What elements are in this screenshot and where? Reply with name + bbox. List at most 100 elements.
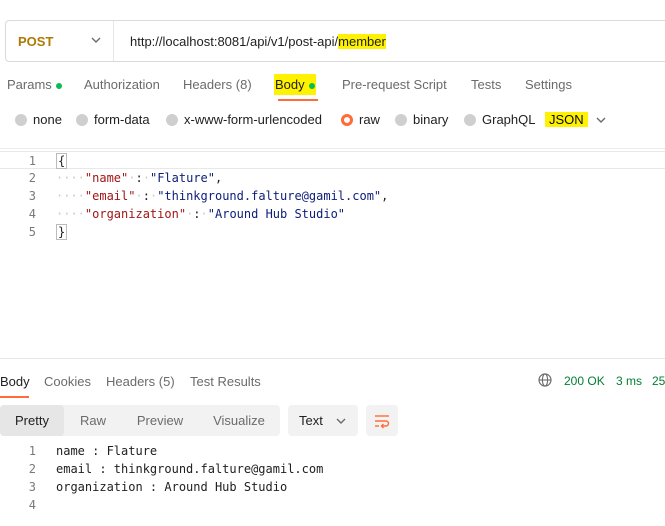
- response-time[interactable]: 3 ms: [616, 374, 642, 388]
- response-tab-headers-label: Headers: [106, 374, 156, 389]
- line-number: 2: [28, 462, 36, 476]
- tab-pre-request-label: Pre-request Script: [342, 77, 447, 92]
- line-code: ····"organization"·:·"Around Hub Studio": [56, 207, 346, 221]
- view-mode-pretty-label: Pretty: [15, 413, 49, 428]
- radio-none-label: none: [33, 112, 62, 127]
- wrap-lines-icon: [375, 415, 390, 429]
- url-input[interactable]: http://localhost:8081/api/v1/post-api/me…: [114, 33, 386, 49]
- tab-headers-count: (8): [235, 77, 252, 92]
- response-format-select[interactable]: Text: [288, 405, 358, 436]
- tab-tests-label: Tests: [471, 77, 502, 92]
- response-tab-body-label: Body: [0, 374, 30, 389]
- json-key: "email": [84, 189, 136, 203]
- body-format-select[interactable]: JSON: [545, 112, 606, 127]
- view-mode-raw-label: Raw: [79, 413, 106, 428]
- url-highlight: member: [338, 33, 386, 49]
- status-code[interactable]: 200 OK: [564, 374, 605, 388]
- radio-binary[interactable]: binary: [395, 112, 448, 127]
- params-status-dot: [55, 82, 62, 89]
- radio-circle-selected: [341, 113, 353, 126]
- line-code: }: [56, 223, 68, 241]
- wrap-lines-button[interactable]: [366, 405, 398, 436]
- response-format-label: Text: [299, 413, 323, 428]
- radio-graphql-label: GraphQL: [482, 112, 536, 127]
- json-value: "thinkground.falture@gamil.com": [157, 189, 382, 203]
- line-code: ····"email"·:·"thinkground.falture@gamil…: [56, 189, 389, 203]
- chevron-down-icon: [596, 117, 606, 123]
- body-status-dot: [308, 82, 315, 89]
- view-mode-preview[interactable]: Preview: [122, 405, 198, 436]
- editor-line: 3 ····"email"·:·"thinkground.falture@gam…: [0, 187, 665, 205]
- editor-line: 4 ····"organization"·:·"Around Hub Studi…: [0, 205, 665, 223]
- line-number: 1: [28, 444, 36, 458]
- response-tab-headers-count: (5): [158, 374, 175, 389]
- json-value: "Around Hub Studio": [207, 207, 346, 221]
- method-select[interactable]: POST: [6, 21, 114, 61]
- editor-line: 2 ····"name"·:·"Flature",: [0, 169, 665, 187]
- tab-settings[interactable]: Settings: [525, 77, 572, 92]
- view-mode-pretty[interactable]: Pretty: [0, 405, 64, 436]
- tab-settings-label: Settings: [525, 77, 572, 92]
- radio-none[interactable]: none: [15, 112, 62, 127]
- json-key: "name": [84, 171, 129, 185]
- line-number: 3: [28, 480, 36, 494]
- radio-circle: [15, 113, 27, 126]
- tab-tests[interactable]: Tests: [471, 77, 501, 92]
- chevron-down-icon: [336, 418, 346, 424]
- json-key: "organization": [84, 207, 187, 221]
- line-code: {: [56, 152, 68, 170]
- response-tab-cookies-label: Cookies: [44, 374, 91, 389]
- line-code: email : thinkground.falture@gamil.com: [56, 462, 324, 476]
- line-number: 4: [28, 207, 36, 221]
- method-label: POST: [18, 33, 54, 49]
- json-value: "Flature": [149, 171, 215, 185]
- response-tab-test-results-label: Test Results: [190, 374, 261, 389]
- line-number: 3: [28, 189, 36, 203]
- radio-urlencoded[interactable]: x-www-form-urlencoded: [166, 112, 322, 127]
- response-tab-cookies[interactable]: Cookies: [44, 374, 91, 389]
- active-tab-indicator: [278, 99, 318, 101]
- globe-icon[interactable]: [538, 373, 552, 387]
- radio-circle: [464, 113, 476, 126]
- response-tab-body[interactable]: Body: [0, 374, 30, 389]
- chevron-down-icon: [91, 37, 101, 43]
- response-line: 3 organization : Around Hub Studio: [0, 478, 665, 496]
- view-mode-visualize[interactable]: Visualize: [198, 405, 280, 436]
- view-mode-raw[interactable]: Raw: [64, 405, 122, 436]
- response-active-tab-indicator: [0, 396, 29, 398]
- radio-circle: [76, 113, 88, 126]
- view-mode-visualize-label: Visualize: [213, 413, 265, 428]
- line-code: ····"name"·:·"Flature",: [56, 171, 223, 185]
- radio-form-data-label: form-data: [94, 112, 150, 127]
- response-line: 4: [0, 496, 665, 514]
- request-body-editor[interactable]: 1 { 2 ····"name"·:·"Flature", 3 ····"ema…: [0, 148, 665, 357]
- radio-form-data[interactable]: form-data: [76, 112, 150, 127]
- tab-params[interactable]: Params: [7, 77, 62, 92]
- response-tab-test-results[interactable]: Test Results: [190, 374, 261, 389]
- response-line: 2 email : thinkground.falture@gamil.com: [0, 460, 665, 478]
- response-tab-headers[interactable]: Headers (5): [106, 374, 175, 389]
- tab-headers-label: Headers: [183, 77, 233, 92]
- response-body[interactable]: 1 name : Flature 2 email : thinkground.f…: [0, 442, 665, 526]
- body-type-radios: none form-data x-www-form-urlencoded raw…: [0, 110, 665, 132]
- line-number: 2: [28, 171, 36, 185]
- tab-body-label: Body: [275, 77, 305, 92]
- radio-raw-label: raw: [359, 112, 380, 127]
- view-mode-segment: Pretty Raw Preview Visualize: [0, 405, 280, 436]
- request-tabs: Params Authorization Headers (8) Body Pr…: [0, 72, 665, 102]
- radio-circle: [395, 113, 407, 126]
- line-code: organization : Around Hub Studio: [56, 480, 288, 494]
- request-url-bar: POST http://localhost:8081/api/v1/post-a…: [5, 20, 665, 62]
- tab-authorization[interactable]: Authorization: [84, 77, 160, 92]
- line-code: name : Flature: [56, 444, 158, 458]
- tab-headers[interactable]: Headers (8): [183, 77, 252, 92]
- response-line: 1 name : Flature: [0, 442, 665, 460]
- radio-graphql[interactable]: GraphQL: [464, 112, 535, 127]
- view-mode-preview-label: Preview: [136, 413, 184, 428]
- radio-raw[interactable]: raw: [341, 112, 380, 127]
- tab-body[interactable]: Body: [274, 74, 316, 95]
- tab-pre-request-script[interactable]: Pre-request Script: [342, 77, 447, 92]
- response-size[interactable]: 25: [652, 374, 665, 388]
- tab-authorization-label: Authorization: [84, 77, 160, 92]
- editor-line: 1 {: [0, 151, 665, 169]
